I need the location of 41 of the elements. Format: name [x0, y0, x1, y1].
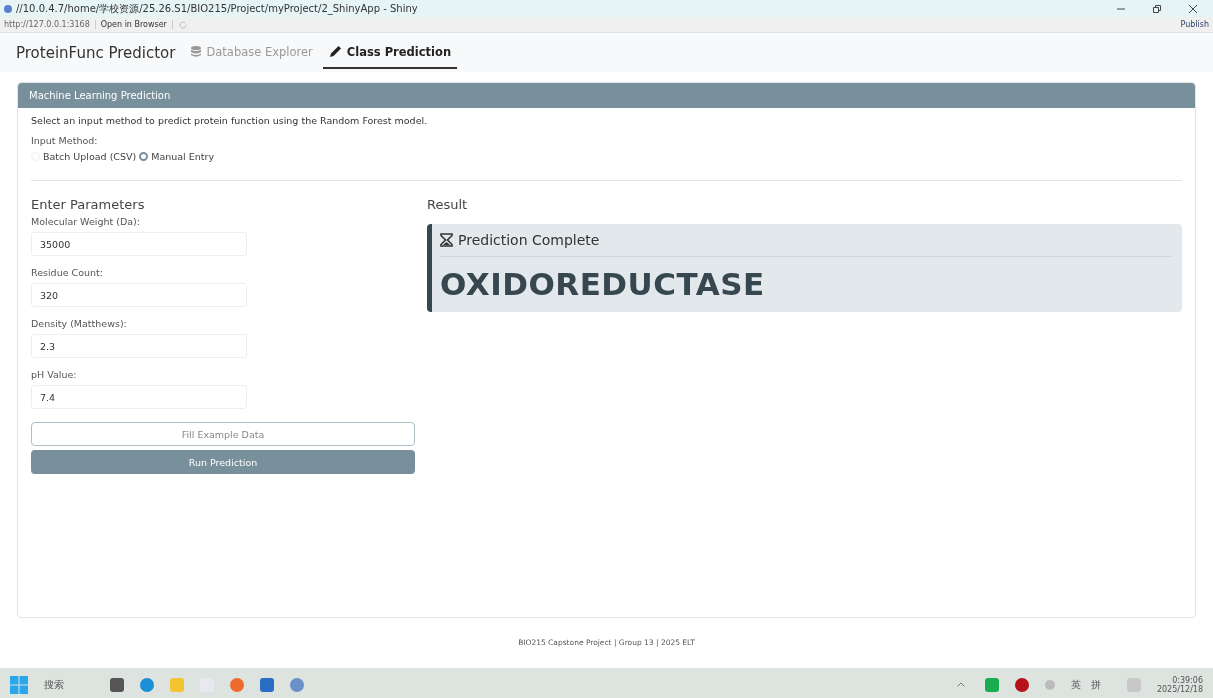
pencil-icon: [328, 45, 342, 58]
fill-button[interactable]: Fill Example Data: [31, 422, 415, 446]
section-heading: Result: [427, 197, 469, 212]
field-label: Density (Matthews):: [31, 318, 128, 329]
url-text: http://127.0.0.1:3168: [4, 20, 90, 29]
refresh-icon[interactable]: [177, 19, 188, 30]
chevron-up-icon[interactable]: [956, 682, 965, 687]
app-icon[interactable]: [260, 677, 274, 692]
app-brand: ProteinFunc Predictor: [16, 43, 176, 62]
app-icon[interactable]: [1014, 677, 1029, 692]
section-heading: Enter Parameters: [31, 197, 146, 212]
radio-option[interactable]: Batch Upload (CSV): [31, 151, 137, 162]
taskbar-search[interactable]: 搜索: [44, 677, 94, 692]
input-field[interactable]: 320: [31, 283, 247, 307]
input-field[interactable]: 7.4: [31, 385, 247, 409]
result-status: Prediction Complete: [458, 232, 600, 248]
windows-start-icon[interactable]: [10, 675, 28, 694]
input-field[interactable]: 2.3: [31, 334, 247, 358]
open-in-browser-button[interactable]: Open in Browser: [100, 20, 167, 29]
window-title: //10.0.4.7/home/学校资源/25.26.S1/BIO215/Project/myProject/2_ShinyApp - Shiny: [16, 1, 419, 16]
nav-tab[interactable]: Class Prediction: [322, 36, 458, 69]
input-field[interactable]: 35000: [31, 232, 247, 256]
publish-button[interactable]: Publish: [1180, 20, 1209, 29]
restore-icon[interactable]: [1153, 4, 1161, 13]
field-label: pH Value:: [31, 369, 78, 380]
description-text: Select an input method to predict protein function using the Random Forest model.: [31, 115, 429, 126]
clock-date[interactable]: 2025/12/18: [1156, 684, 1203, 694]
hourglass-icon: [440, 233, 453, 247]
input-method-label: Input Method:: [31, 135, 99, 146]
field-label: Molecular Weight (Da):: [31, 216, 141, 227]
app-icon: [4, 4, 12, 13]
input-method-indicator[interactable]: 英: [1070, 678, 1081, 690]
clock-time[interactable]: 0:39:06: [1172, 675, 1203, 685]
close-icon[interactable]: [1189, 4, 1197, 13]
database-icon: [191, 46, 202, 57]
predicted-class: OXIDOREDUCTASE: [440, 266, 766, 302]
radio-button[interactable]: [139, 152, 149, 161]
card-header: Machine Learning Prediction: [18, 83, 1195, 108]
radio-option[interactable]: Manual Entry: [139, 151, 215, 162]
input-method-indicator[interactable]: 拼: [1090, 678, 1101, 690]
field-label: Residue Count:: [31, 267, 104, 278]
